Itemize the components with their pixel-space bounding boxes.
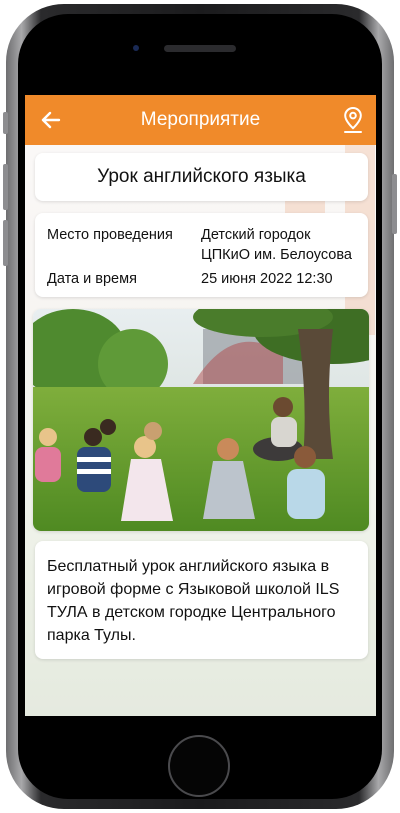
event-description: Бесплатный урок английского языка в игро… — [47, 558, 340, 644]
front-camera — [133, 45, 139, 51]
event-description-card: Бесплатный урок английского языка в игро… — [35, 541, 368, 659]
children-circle-photo — [33, 309, 369, 531]
power-button — [392, 174, 397, 234]
page-title: Мероприятие — [140, 109, 261, 130]
app-bar: Мероприятие — [25, 95, 376, 145]
event-info-card: Место проведения Детский городок ЦПКиО и… — [35, 213, 368, 297]
home-button[interactable] — [168, 735, 230, 797]
mute-switch — [3, 112, 8, 134]
earpiece-speaker — [164, 45, 236, 52]
event-photo — [33, 309, 369, 531]
datetime-value: 25 июня 2022 12:30 — [201, 271, 333, 287]
event-title: Урок английского языка — [97, 166, 306, 187]
volume-down-button — [3, 220, 8, 266]
venue-label: Место проведения — [47, 227, 173, 243]
venue-value-line1: Детский городок — [201, 227, 311, 243]
app-screen: Мероприятие Урок английского языка Место… — [25, 95, 376, 716]
event-title-card: Урок английского языка — [35, 153, 368, 201]
venue-value-line2: ЦПКиО им. Белоусова — [201, 247, 352, 263]
volume-up-button — [3, 164, 8, 210]
datetime-label: Дата и время — [47, 271, 137, 287]
map-pin-icon[interactable] — [342, 106, 364, 134]
